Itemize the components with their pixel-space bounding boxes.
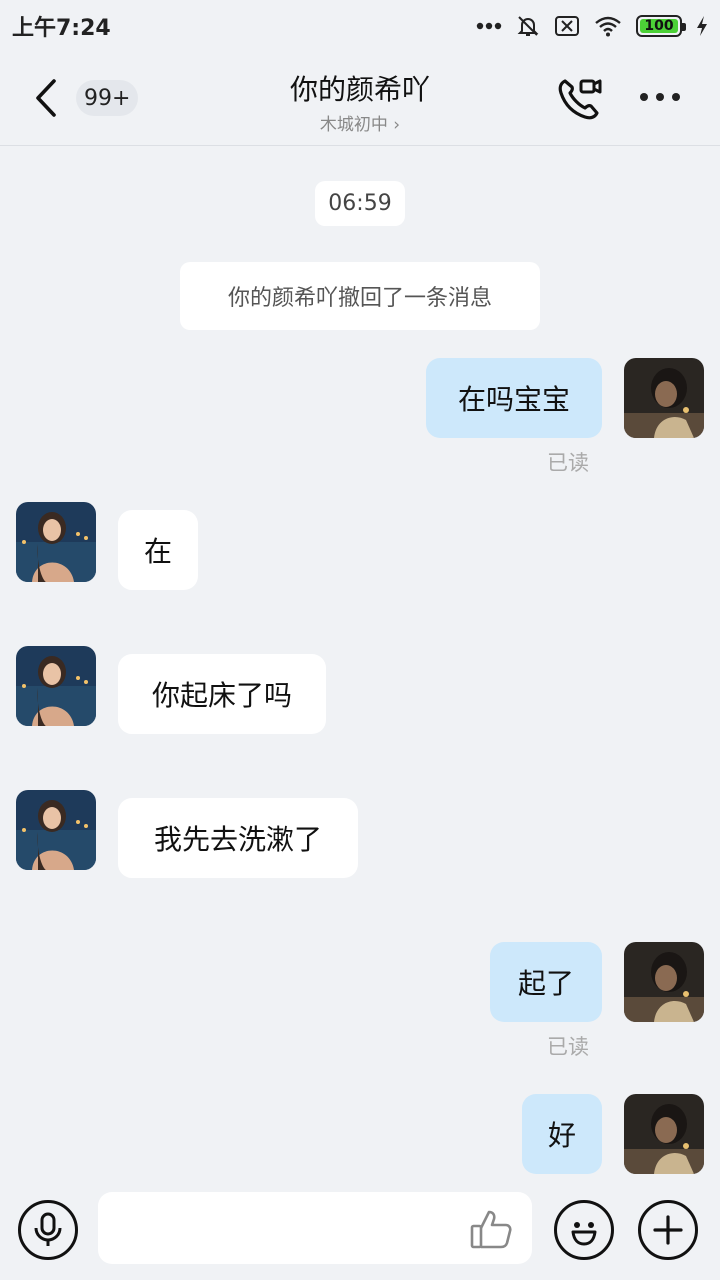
message-timestamp: 06:59 [315, 181, 405, 226]
contact-avatar[interactable] [16, 502, 96, 582]
sim-off-icon [555, 16, 579, 36]
message-bubble-incoming[interactable]: 你起床了吗 [118, 654, 326, 734]
chat-header: 99+ 你的颜希吖 木城初中 › [0, 52, 720, 146]
status-bar: 上午7:24 100 [0, 0, 720, 52]
chat-title[interactable]: 你的颜希吖 [0, 68, 720, 108]
thumbs-up-icon [470, 1210, 512, 1249]
message-bubble-outgoing[interactable]: 起了 [490, 942, 602, 1022]
my-avatar[interactable] [624, 1094, 704, 1174]
contact-avatar[interactable] [16, 790, 96, 870]
charging-icon [697, 16, 707, 36]
more-dots-icon [476, 22, 502, 30]
plus-icon [653, 1215, 683, 1245]
status-icons: 100 [476, 14, 708, 38]
battery-level: 100 [644, 18, 674, 34]
mute-bell-icon [517, 16, 539, 36]
add-button[interactable] [638, 1200, 698, 1260]
message-bubble-incoming[interactable]: 我先去洗漱了 [118, 798, 358, 878]
battery-tip [682, 23, 686, 31]
wifi-icon [595, 16, 621, 37]
smile-icon [571, 1222, 597, 1246]
chat-subtitle[interactable]: 木城初中 › [0, 110, 720, 135]
more-options-button[interactable] [634, 82, 686, 112]
read-status: 已读 [547, 451, 589, 475]
recall-notice: 你的颜希吖撤回了一条消息 [180, 262, 540, 330]
like-button[interactable] [466, 1204, 516, 1254]
contact-avatar[interactable] [16, 646, 96, 726]
status-time: 上午7:24 [12, 16, 111, 41]
voice-button[interactable] [18, 1200, 78, 1260]
message-bubble-outgoing[interactable]: 好 [522, 1094, 602, 1174]
input-bar [0, 1182, 720, 1280]
more-dot [640, 93, 648, 101]
emoji-button[interactable] [554, 1200, 614, 1260]
more-dot [656, 93, 664, 101]
microphone-icon [34, 1212, 62, 1246]
my-avatar[interactable] [624, 358, 704, 438]
read-status: 已读 [547, 1035, 589, 1059]
message-bubble-outgoing[interactable]: 在吗宝宝 [426, 358, 602, 438]
battery-icon: 100 [636, 15, 686, 37]
message-bubble-incoming[interactable]: 在 [118, 510, 198, 590]
more-dot [672, 93, 680, 101]
video-call-icon [558, 79, 602, 120]
call-button[interactable] [554, 74, 604, 124]
my-avatar[interactable] [624, 942, 704, 1022]
